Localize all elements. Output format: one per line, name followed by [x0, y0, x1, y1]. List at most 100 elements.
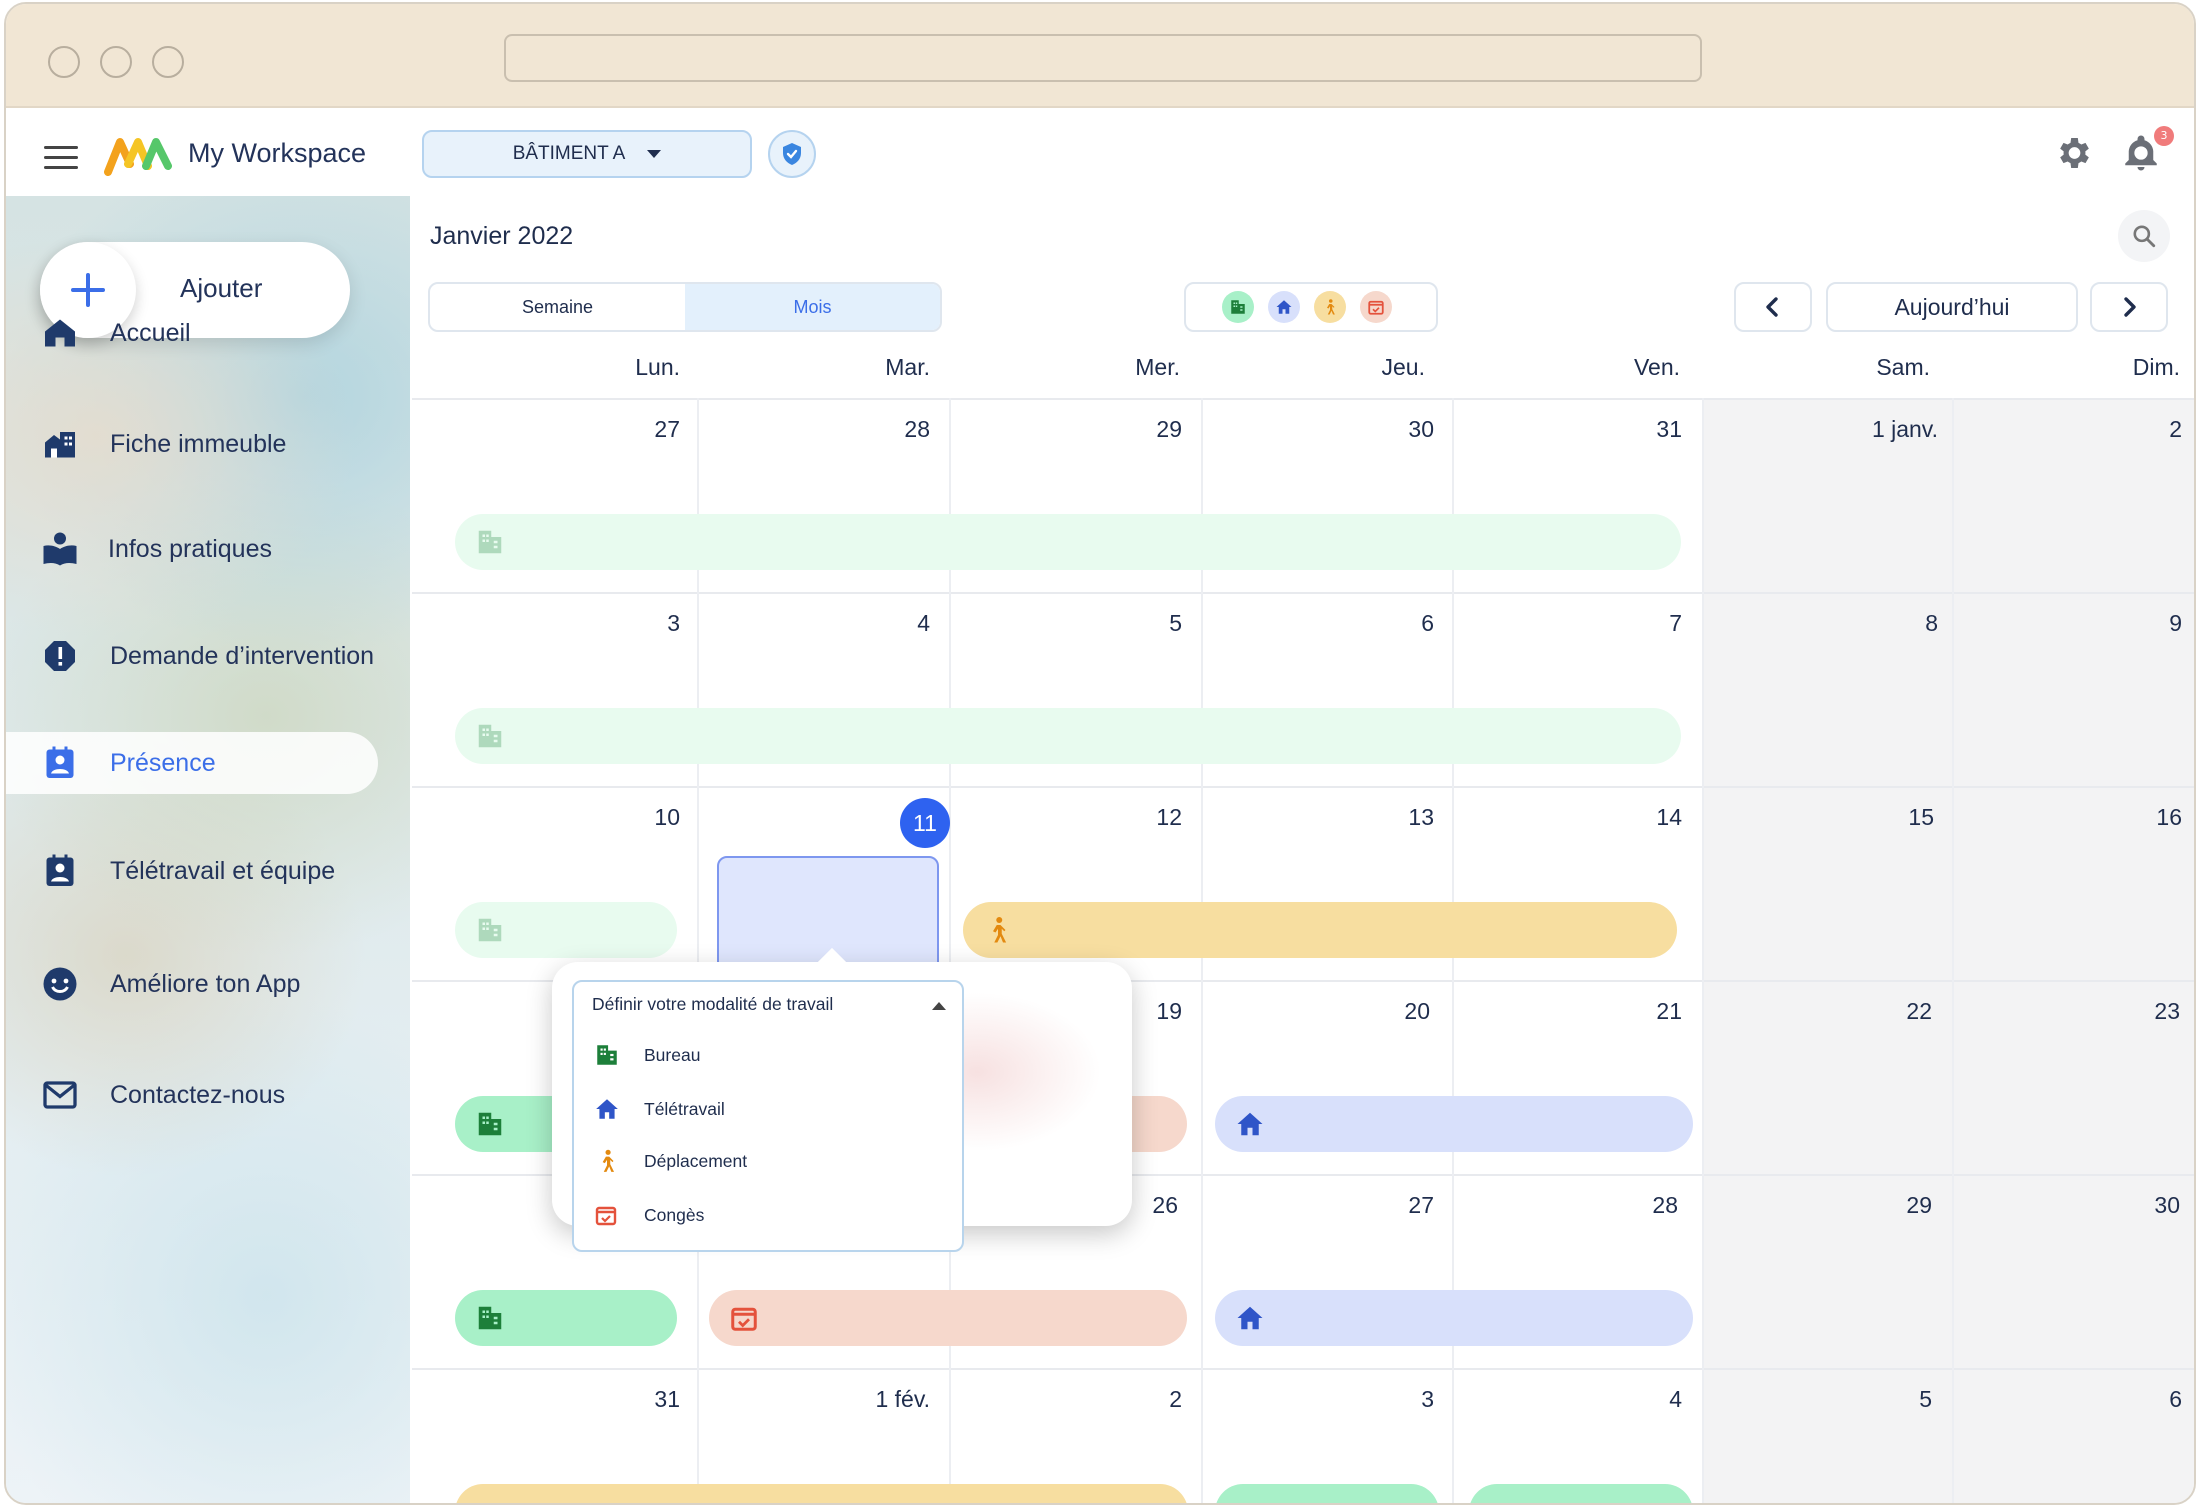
- smiley-icon: [43, 967, 77, 1001]
- day-number[interactable]: 4: [760, 610, 930, 637]
- notification-badge: 3: [2154, 126, 2174, 146]
- day-number[interactable]: 15: [1764, 804, 1934, 831]
- option-conges[interactable]: Congès: [594, 1196, 704, 1234]
- day-number[interactable]: 20: [1260, 998, 1430, 1025]
- event-bureau[interactable]: [455, 514, 1681, 570]
- day-number[interactable]: 1 janv.: [1448, 416, 1938, 443]
- day-number[interactable]: 22: [1762, 998, 1932, 1025]
- day-number[interactable]: 30: [1264, 416, 1434, 443]
- gear-icon[interactable]: [2053, 133, 2093, 173]
- window-minimize-button[interactable]: [100, 46, 132, 78]
- building-selector[interactable]: BÂTIMENT A: [422, 130, 752, 178]
- day-number[interactable]: 12: [1012, 804, 1182, 831]
- window-close-button[interactable]: [48, 46, 80, 78]
- weekday-header: Dim.: [2132, 354, 2180, 380]
- sidebar-item-teletravail-equipe[interactable]: Télétravail et équipe: [6, 840, 378, 902]
- day-number[interactable]: 31: [510, 1386, 680, 1413]
- work-mode-dropdown[interactable]: Définir votre modalité de travail Bureau…: [572, 980, 964, 1252]
- event-bureau[interactable]: [1215, 1484, 1439, 1503]
- event-deplacement[interactable]: [963, 902, 1677, 958]
- day-number[interactable]: 29: [1012, 416, 1182, 443]
- office-building-icon: [478, 918, 502, 942]
- office-building-icon: [597, 1045, 617, 1065]
- event-bureau[interactable]: [455, 902, 677, 958]
- day-number[interactable]: 4: [1512, 1386, 1682, 1413]
- day-number[interactable]: 5: [1012, 610, 1182, 637]
- browser-chrome: [6, 4, 2194, 108]
- day-number[interactable]: 16: [2012, 804, 2182, 831]
- shield-check-icon: [783, 143, 801, 165]
- day-number[interactable]: 7: [1512, 610, 1682, 637]
- day-number[interactable]: 27: [1264, 1192, 1434, 1219]
- home-icon: [1276, 300, 1292, 314]
- sidebar-item-demande-intervention[interactable]: Demande d’intervention: [6, 625, 378, 687]
- day-number[interactable]: 5: [1762, 1386, 1932, 1413]
- sidebar-item-accueil[interactable]: Accueil: [6, 302, 378, 364]
- sidebar-item-ameliore-app[interactable]: Améliore ton App: [6, 953, 378, 1015]
- sidebar-item-presence[interactable]: Présence: [6, 732, 378, 794]
- shield-check-button[interactable]: [768, 130, 816, 178]
- sidebar-item-label: Accueil: [110, 318, 191, 347]
- month-grid: 27 28 29 30 31 1 janv. 2 3 4 5 6 7 8 9 1…: [412, 398, 2194, 1503]
- walking-icon: [993, 917, 1007, 943]
- next-month-button[interactable]: [2090, 282, 2168, 332]
- day-number[interactable]: 6: [2012, 1386, 2182, 1413]
- search-button[interactable]: [2118, 210, 2170, 262]
- reader-icon: [43, 532, 77, 566]
- day-number[interactable]: 6: [1264, 610, 1434, 637]
- filter-teletravail[interactable]: [1268, 291, 1300, 323]
- today-marker[interactable]: 11: [900, 798, 950, 848]
- sidebar: Ajouter Accueil Fiche immeuble Infos pra…: [6, 196, 410, 1503]
- sidebar-item-fiche-immeuble[interactable]: Fiche immeuble: [6, 413, 378, 475]
- event-conges[interactable]: [709, 1290, 1187, 1346]
- previous-month-button[interactable]: [1734, 282, 1812, 332]
- event-teletravail[interactable]: [1215, 1290, 1693, 1346]
- option-teletravail[interactable]: Télétravail: [594, 1090, 725, 1128]
- event-teletravail[interactable]: [1215, 1096, 1693, 1152]
- sidebar-item-label: Télétravail et équipe: [110, 856, 336, 885]
- day-number[interactable]: 28: [1508, 1192, 1678, 1219]
- sidebar-item-contactez-nous[interactable]: Contactez-nous: [6, 1064, 378, 1126]
- day-number[interactable]: 2: [1012, 1386, 1182, 1413]
- tab-semaine[interactable]: Semaine: [430, 284, 685, 330]
- day-number[interactable]: 27: [510, 416, 680, 443]
- sidebar-item-infos-pratiques[interactable]: Infos pratiques: [6, 518, 378, 580]
- day-number[interactable]: 9: [2012, 610, 2182, 637]
- address-bar[interactable]: [504, 34, 1702, 82]
- option-deplacement[interactable]: Déplacement: [594, 1142, 747, 1180]
- weekend-shade: [1702, 398, 2194, 1503]
- window-maximize-button[interactable]: [152, 46, 184, 78]
- day-number[interactable]: 8: [1768, 610, 1938, 637]
- sidebar-item-label: Présence: [110, 748, 216, 777]
- weekday-header: Jeu.: [1381, 354, 1425, 380]
- day-number[interactable]: 2: [2012, 416, 2182, 443]
- day-number[interactable]: 23: [2010, 998, 2180, 1025]
- event-bureau[interactable]: [455, 1290, 677, 1346]
- browser-window: My Workspace BÂTIMENT A 3 Ajouter Accuei…: [4, 2, 2196, 1505]
- calendar-panel: Janvier 2022 Semaine Mois Aujourd’hui Lu…: [410, 196, 2194, 1503]
- tab-mois[interactable]: Mois: [685, 284, 940, 330]
- event-deplacement[interactable]: [455, 1484, 1188, 1503]
- day-number[interactable]: 3: [1264, 1386, 1434, 1413]
- day-number[interactable]: 14: [1512, 804, 1682, 831]
- day-number[interactable]: 13: [1264, 804, 1434, 831]
- home-icon: [1237, 1306, 1263, 1330]
- day-number[interactable]: 21: [1512, 998, 1682, 1025]
- today-button[interactable]: Aujourd’hui: [1826, 282, 2078, 332]
- home-icon: [45, 319, 75, 347]
- option-bureau[interactable]: Bureau: [594, 1036, 700, 1074]
- filter-bureau[interactable]: [1222, 291, 1254, 323]
- day-number[interactable]: 29: [1762, 1192, 1932, 1219]
- filter-conges[interactable]: [1360, 291, 1392, 323]
- day-number[interactable]: 10: [510, 804, 680, 831]
- day-number[interactable]: 30: [2010, 1192, 2180, 1219]
- weekday-header: Sam.: [1876, 354, 1930, 380]
- menu-icon[interactable]: [44, 146, 78, 170]
- filter-deplacement[interactable]: [1314, 291, 1346, 323]
- day-number[interactable]: 1 fév.: [760, 1386, 930, 1413]
- event-bureau[interactable]: [1469, 1484, 1693, 1503]
- day-number[interactable]: 28: [760, 416, 930, 443]
- event-bureau[interactable]: [455, 708, 1681, 764]
- caret-down-icon: [647, 150, 662, 158]
- day-number[interactable]: 3: [510, 610, 680, 637]
